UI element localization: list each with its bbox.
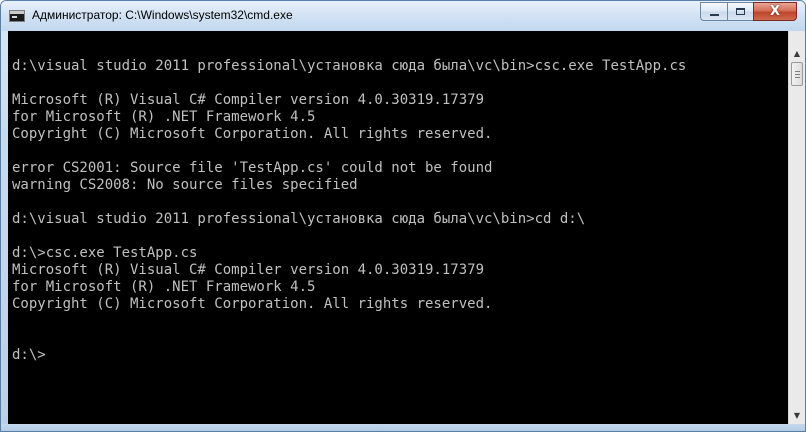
minimize-button[interactable] bbox=[700, 2, 727, 21]
console-line: for Microsoft (R) .NET Framework 4.5 bbox=[12, 109, 316, 125]
console-line: d:\visual studio 2011 professional\устан… bbox=[12, 211, 586, 227]
window-bottom-frame bbox=[1, 424, 805, 431]
cmd-window: Администратор: C:\Windows\system32\cmd.e… bbox=[0, 0, 806, 432]
cmd-console-icon[interactable] bbox=[9, 10, 25, 22]
console-line: Microsoft (R) Visual C# Compiler version… bbox=[12, 92, 485, 108]
console-line: d:\>csc.exe TestApp.cs bbox=[12, 245, 198, 261]
maximize-button[interactable] bbox=[727, 2, 753, 21]
console-text: d:\visual studio 2011 professional\устан… bbox=[12, 41, 686, 364]
console-line: Copyright (C) Microsoft Corporation. All… bbox=[12, 296, 493, 312]
console-line: for Microsoft (R) .NET Framework 4.5 bbox=[12, 279, 316, 295]
grip-line bbox=[795, 77, 800, 78]
caption-buttons: X bbox=[700, 2, 797, 22]
console-output-area[interactable]: d:\visual studio 2011 professional\устан… bbox=[8, 31, 788, 424]
close-button[interactable]: X bbox=[753, 2, 797, 21]
close-icon: X bbox=[769, 4, 781, 19]
console-prompt: d:\> bbox=[12, 347, 46, 363]
title-bar[interactable]: Администратор: C:\Windows\system32\cmd.e… bbox=[1, 1, 805, 31]
window-title: Администратор: C:\Windows\system32\cmd.e… bbox=[32, 8, 293, 22]
minimize-icon bbox=[710, 14, 719, 16]
grip-line bbox=[795, 71, 800, 72]
grip-line bbox=[795, 74, 800, 75]
console-line: d:\visual studio 2011 professional\устан… bbox=[12, 58, 687, 74]
console-line: Copyright (C) Microsoft Corporation. All… bbox=[12, 126, 493, 142]
maximize-icon bbox=[736, 8, 745, 15]
console-line: error CS2001: Source file 'TestApp.cs' c… bbox=[12, 160, 493, 176]
scroll-up-arrow-icon[interactable]: ▲ bbox=[789, 45, 805, 62]
console-line: warning CS2008: No source files specifie… bbox=[12, 177, 358, 193]
console-line: Microsoft (R) Visual C# Compiler version… bbox=[12, 262, 485, 278]
scroll-down-arrow-icon[interactable]: ▼ bbox=[789, 407, 805, 424]
scrollbar-thumb[interactable] bbox=[791, 62, 803, 86]
vertical-scrollbar[interactable]: ▲ ▼ bbox=[788, 31, 805, 424]
